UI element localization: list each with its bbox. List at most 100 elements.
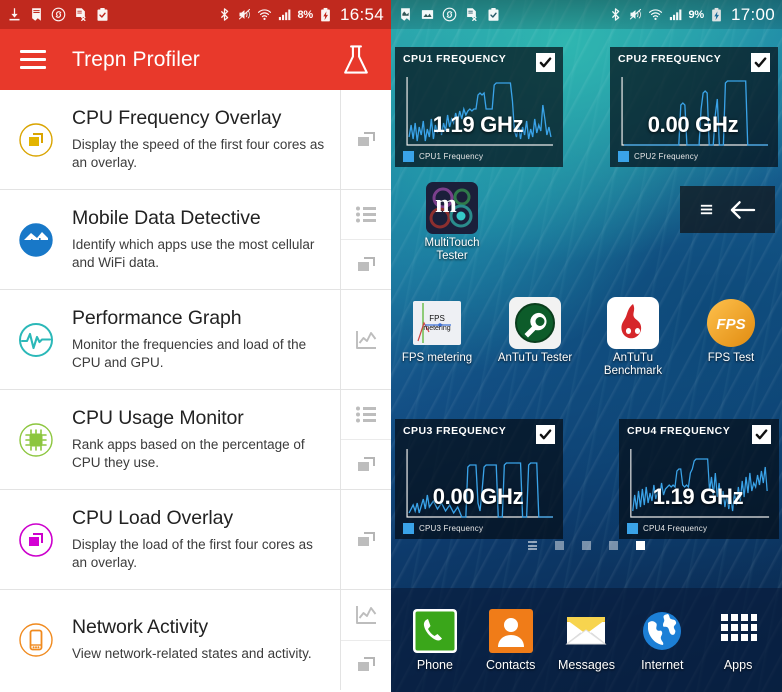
document-x-icon [76,8,86,22]
list-item[interactable]: CPU Usage Monitor Rank apps based on the… [0,390,391,490]
back-arrow-icon[interactable] [729,199,756,221]
widget-checkbox[interactable] [536,53,555,72]
widget-value: 0.00 GHz [432,484,524,509]
dock-item-phone[interactable]: Phone [401,608,469,672]
widget-value: 1.19 GHz [652,484,744,509]
app-icon[interactable]: AnTuTu Tester [496,297,574,365]
overlay-action-icon[interactable] [341,490,391,589]
list-item[interactable]: Performance Graph Monitor the frequencie… [0,290,391,390]
app-icon[interactable]: m MultiTouch Tester [413,182,491,262]
data-chart-icon [19,222,53,257]
dock-item-apps[interactable]: Apps [704,609,772,672]
list-item-title: Mobile Data Detective [72,206,261,229]
status-clock: 17:00 [730,4,775,24]
notes-icon [401,8,410,21]
antutu-benchmark-icon [607,297,659,349]
phone-network-icon [19,623,53,657]
list-item[interactable]: Mobile Data Detective Identify which app… [0,190,391,290]
list-item-text: CPU Frequency Overlay Display the speed … [72,90,340,189]
dock-item-messages[interactable]: Messages [552,609,620,672]
list-item-icon [0,190,72,289]
legend-label: CPU1 Frequency [419,152,484,161]
widget-title: CPU2 FREQUENCY [618,53,722,65]
battery-percent: 8% [297,8,313,21]
widget-checkbox[interactable] [751,53,770,72]
cpu-frequency-widget[interactable]: CPU1 FREQUENCY 1.19 GHz CPU1 Frequency [395,47,563,167]
shazam-icon [51,7,66,22]
vibrate-mute-icon [239,8,251,20]
list-item-icon [0,390,72,489]
widget-checkbox[interactable] [536,425,555,444]
list-action-icon[interactable] [341,190,391,240]
app-icon[interactable]: FPS metering FPS metering [398,297,476,365]
clipboard-check-icon [488,7,499,21]
battery-charging-icon [321,7,330,22]
page-dot[interactable] [582,541,591,550]
dock-item-contacts[interactable]: Contacts [477,608,545,672]
list-item-title: CPU Usage Monitor [72,406,244,429]
list-action-icon[interactable] [341,390,391,440]
app-icon[interactable]: FPS FPS Test [692,297,770,365]
overlay-action-icon[interactable] [341,90,391,189]
status-system-icons: 8% 16:54 [217,5,384,25]
dock-label: Apps [723,657,753,672]
graph-action-icon[interactable] [341,590,391,641]
widget-legend: CPU3 Frequency [403,523,555,534]
apps-grid-icon [716,609,760,653]
app-bar: Trepn Profiler [0,29,391,90]
signal-bars-icon [670,9,682,21]
svg-text:FPS: FPS [716,316,745,333]
list-item[interactable]: Network Activity View network-related st… [0,590,391,690]
list-item-description: Identify which apps use the most cellula… [72,236,315,270]
clipboard-check-icon [97,7,108,21]
cpu-frequency-widget[interactable]: CPU4 FREQUENCY 1.19 GHz CPU4 Frequency [619,419,779,539]
nav-overlay[interactable] [680,186,775,233]
legend-label: CPU3 Frequency [419,524,484,533]
widget-header: CPU1 FREQUENCY [403,53,555,72]
status-system-icons: 9% 17:00 [608,5,775,25]
menu-lines-icon[interactable] [699,202,714,217]
page-dot[interactable] [555,541,564,550]
list-item-icon [0,290,72,389]
list-item-text: Mobile Data Detective Identify which app… [72,190,340,289]
android-home-screen: 9% 17:00 CPU1 FREQUENCY 1.19 GHz CPU1 Fr… [391,0,782,692]
hamburger-icon[interactable] [20,50,46,69]
graph-action-icon[interactable] [341,290,391,389]
list-item-actions [340,590,391,690]
overlay-action-icon[interactable] [341,440,391,489]
feature-list: CPU Frequency Overlay Display the speed … [0,90,391,690]
list-item[interactable]: CPU Frequency Overlay Display the speed … [0,90,391,190]
status-clock: 16:54 [339,4,384,24]
wifi-icon [649,9,663,20]
dock-label: Phone [416,657,453,672]
list-item[interactable]: CPU Load Overlay Display the load of the… [0,490,391,590]
list-item-text: Performance Graph Monitor the frequencie… [72,290,340,389]
list-item-title: CPU Load Overlay [72,506,233,529]
page-dot-active[interactable] [636,541,645,550]
status-notification-icons [398,7,608,22]
overlay-action-icon[interactable] [341,240,391,289]
list-item-icon [0,490,72,589]
cpu-frequency-widget[interactable]: CPU3 FREQUENCY 0.00 GHz CPU3 Frequency [395,419,563,539]
dock-item-internet[interactable]: Internet [628,609,696,672]
flask-icon[interactable] [341,44,371,76]
document-x-icon [467,8,477,22]
page-dot[interactable] [609,541,618,550]
page-dot[interactable] [528,541,537,550]
app-label: MultiTouch Tester [424,237,480,262]
cpu-chip-icon [19,422,53,457]
page-title: Trepn Profiler [72,47,200,71]
list-item-icon [0,590,72,690]
cpu-frequency-widget[interactable]: CPU2 FREQUENCY 0.00 GHz CPU2 Frequency [610,47,778,167]
notes-icon [32,8,41,21]
widget-legend: CPU4 Frequency [627,523,771,534]
list-item-title: Performance Graph [72,306,242,329]
widget-title: CPU1 FREQUENCY [403,53,507,65]
overlay-action-icon[interactable] [341,641,391,691]
widget-legend: CPU1 Frequency [403,151,555,162]
widget-checkbox[interactable] [752,425,771,444]
app-icon[interactable]: AnTuTu Benchmark [594,297,672,377]
legend-swatch [403,151,414,162]
widget-graph: 0.00 GHz [403,447,555,521]
legend-swatch [403,523,414,534]
